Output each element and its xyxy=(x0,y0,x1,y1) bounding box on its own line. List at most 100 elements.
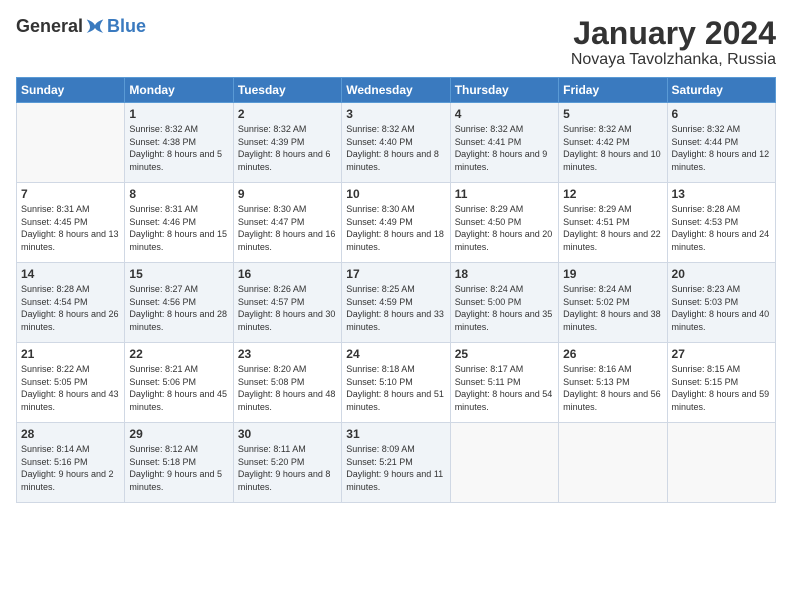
day-daylight: Daylight: 8 hours and 6 minutes. xyxy=(238,149,331,172)
day-sunset: Sunset: 4:49 PM xyxy=(346,217,413,227)
page-header: General Blue January 2024 Novaya Tavolzh… xyxy=(16,16,776,69)
day-number: 22 xyxy=(129,347,228,361)
day-sunrise: Sunrise: 8:30 AM xyxy=(238,204,307,214)
day-number: 29 xyxy=(129,427,228,441)
day-daylight: Daylight: 9 hours and 5 minutes. xyxy=(129,469,222,492)
day-daylight: Daylight: 8 hours and 48 minutes. xyxy=(238,389,336,412)
day-sunrise: Sunrise: 8:20 AM xyxy=(238,364,307,374)
day-daylight: Daylight: 8 hours and 12 minutes. xyxy=(672,149,770,172)
calendar-cell: 15 Sunrise: 8:27 AM Sunset: 4:56 PM Dayl… xyxy=(125,263,233,343)
day-number: 4 xyxy=(455,107,554,121)
day-number: 14 xyxy=(21,267,120,281)
day-sunrise: Sunrise: 8:28 AM xyxy=(21,284,90,294)
calendar-header-row: SundayMondayTuesdayWednesdayThursdayFrid… xyxy=(17,78,776,103)
day-daylight: Daylight: 8 hours and 13 minutes. xyxy=(21,229,119,252)
calendar-cell: 11 Sunrise: 8:29 AM Sunset: 4:50 PM Dayl… xyxy=(450,183,558,263)
day-daylight: Daylight: 8 hours and 59 minutes. xyxy=(672,389,770,412)
calendar-cell: 26 Sunrise: 8:16 AM Sunset: 5:13 PM Dayl… xyxy=(559,343,667,423)
day-number: 28 xyxy=(21,427,120,441)
calendar-cell: 13 Sunrise: 8:28 AM Sunset: 4:53 PM Dayl… xyxy=(667,183,775,263)
day-number: 12 xyxy=(563,187,662,201)
day-sunset: Sunset: 4:41 PM xyxy=(455,137,522,147)
calendar-cell: 31 Sunrise: 8:09 AM Sunset: 5:21 PM Dayl… xyxy=(342,423,450,503)
day-daylight: Daylight: 8 hours and 9 minutes. xyxy=(455,149,548,172)
calendar-cell: 12 Sunrise: 8:29 AM Sunset: 4:51 PM Dayl… xyxy=(559,183,667,263)
calendar-cell: 22 Sunrise: 8:21 AM Sunset: 5:06 PM Dayl… xyxy=(125,343,233,423)
day-sunrise: Sunrise: 8:29 AM xyxy=(455,204,524,214)
day-daylight: Daylight: 8 hours and 24 minutes. xyxy=(672,229,770,252)
day-sunset: Sunset: 4:39 PM xyxy=(238,137,305,147)
day-sunset: Sunset: 4:57 PM xyxy=(238,297,305,307)
calendar-cell: 10 Sunrise: 8:30 AM Sunset: 4:49 PM Dayl… xyxy=(342,183,450,263)
day-sunset: Sunset: 4:53 PM xyxy=(672,217,739,227)
day-sunrise: Sunrise: 8:15 AM xyxy=(672,364,741,374)
day-daylight: Daylight: 8 hours and 38 minutes. xyxy=(563,309,661,332)
day-sunrise: Sunrise: 8:12 AM xyxy=(129,444,198,454)
day-sunset: Sunset: 5:00 PM xyxy=(455,297,522,307)
day-sunset: Sunset: 5:18 PM xyxy=(129,457,196,467)
day-number: 2 xyxy=(238,107,337,121)
day-sunset: Sunset: 4:50 PM xyxy=(455,217,522,227)
day-number: 18 xyxy=(455,267,554,281)
day-sunset: Sunset: 5:08 PM xyxy=(238,377,305,387)
day-daylight: Daylight: 8 hours and 28 minutes. xyxy=(129,309,227,332)
weekday-header: Saturday xyxy=(667,78,775,103)
day-number: 26 xyxy=(563,347,662,361)
day-daylight: Daylight: 8 hours and 5 minutes. xyxy=(129,149,222,172)
calendar-cell: 7 Sunrise: 8:31 AM Sunset: 4:45 PM Dayli… xyxy=(17,183,125,263)
day-number: 1 xyxy=(129,107,228,121)
calendar-cell: 6 Sunrise: 8:32 AM Sunset: 4:44 PM Dayli… xyxy=(667,103,775,183)
day-daylight: Daylight: 9 hours and 2 minutes. xyxy=(21,469,114,492)
calendar-cell: 29 Sunrise: 8:12 AM Sunset: 5:18 PM Dayl… xyxy=(125,423,233,503)
day-sunset: Sunset: 5:13 PM xyxy=(563,377,630,387)
weekday-header: Sunday xyxy=(17,78,125,103)
day-daylight: Daylight: 8 hours and 16 minutes. xyxy=(238,229,336,252)
day-daylight: Daylight: 8 hours and 54 minutes. xyxy=(455,389,553,412)
calendar-cell: 28 Sunrise: 8:14 AM Sunset: 5:16 PM Dayl… xyxy=(17,423,125,503)
day-sunrise: Sunrise: 8:32 AM xyxy=(672,124,741,134)
day-sunrise: Sunrise: 8:23 AM xyxy=(672,284,741,294)
calendar-cell: 5 Sunrise: 8:32 AM Sunset: 4:42 PM Dayli… xyxy=(559,103,667,183)
day-number: 31 xyxy=(346,427,445,441)
calendar-cell: 30 Sunrise: 8:11 AM Sunset: 5:20 PM Dayl… xyxy=(233,423,341,503)
day-sunrise: Sunrise: 8:27 AM xyxy=(129,284,198,294)
day-number: 9 xyxy=(238,187,337,201)
day-sunset: Sunset: 5:21 PM xyxy=(346,457,413,467)
day-daylight: Daylight: 8 hours and 26 minutes. xyxy=(21,309,119,332)
calendar-cell: 19 Sunrise: 8:24 AM Sunset: 5:02 PM Dayl… xyxy=(559,263,667,343)
weekday-header: Wednesday xyxy=(342,78,450,103)
day-sunset: Sunset: 5:15 PM xyxy=(672,377,739,387)
page-container: General Blue January 2024 Novaya Tavolzh… xyxy=(0,0,792,612)
day-number: 15 xyxy=(129,267,228,281)
day-sunrise: Sunrise: 8:29 AM xyxy=(563,204,632,214)
day-number: 30 xyxy=(238,427,337,441)
calendar-week-row: 21 Sunrise: 8:22 AM Sunset: 5:05 PM Dayl… xyxy=(17,343,776,423)
calendar-cell: 8 Sunrise: 8:31 AM Sunset: 4:46 PM Dayli… xyxy=(125,183,233,263)
day-daylight: Daylight: 8 hours and 35 minutes. xyxy=(455,309,553,332)
day-number: 10 xyxy=(346,187,445,201)
day-daylight: Daylight: 9 hours and 8 minutes. xyxy=(238,469,331,492)
calendar-cell: 18 Sunrise: 8:24 AM Sunset: 5:00 PM Dayl… xyxy=(450,263,558,343)
day-sunset: Sunset: 4:45 PM xyxy=(21,217,88,227)
day-daylight: Daylight: 8 hours and 30 minutes. xyxy=(238,309,336,332)
day-daylight: Daylight: 8 hours and 40 minutes. xyxy=(672,309,770,332)
day-number: 5 xyxy=(563,107,662,121)
calendar-week-row: 14 Sunrise: 8:28 AM Sunset: 4:54 PM Dayl… xyxy=(17,263,776,343)
day-daylight: Daylight: 8 hours and 45 minutes. xyxy=(129,389,227,412)
day-number: 21 xyxy=(21,347,120,361)
calendar-cell xyxy=(450,423,558,503)
day-number: 13 xyxy=(672,187,771,201)
day-sunrise: Sunrise: 8:26 AM xyxy=(238,284,307,294)
calendar-week-row: 28 Sunrise: 8:14 AM Sunset: 5:16 PM Dayl… xyxy=(17,423,776,503)
day-daylight: Daylight: 8 hours and 18 minutes. xyxy=(346,229,444,252)
day-number: 11 xyxy=(455,187,554,201)
day-sunset: Sunset: 5:11 PM xyxy=(455,377,521,387)
calendar-cell: 2 Sunrise: 8:32 AM Sunset: 4:39 PM Dayli… xyxy=(233,103,341,183)
day-daylight: Daylight: 8 hours and 15 minutes. xyxy=(129,229,227,252)
location-title: Novaya Tavolzhanka, Russia xyxy=(571,51,776,69)
day-daylight: Daylight: 9 hours and 11 minutes. xyxy=(346,469,443,492)
day-sunrise: Sunrise: 8:32 AM xyxy=(346,124,415,134)
calendar-cell: 14 Sunrise: 8:28 AM Sunset: 4:54 PM Dayl… xyxy=(17,263,125,343)
day-sunrise: Sunrise: 8:14 AM xyxy=(21,444,90,454)
day-number: 6 xyxy=(672,107,771,121)
